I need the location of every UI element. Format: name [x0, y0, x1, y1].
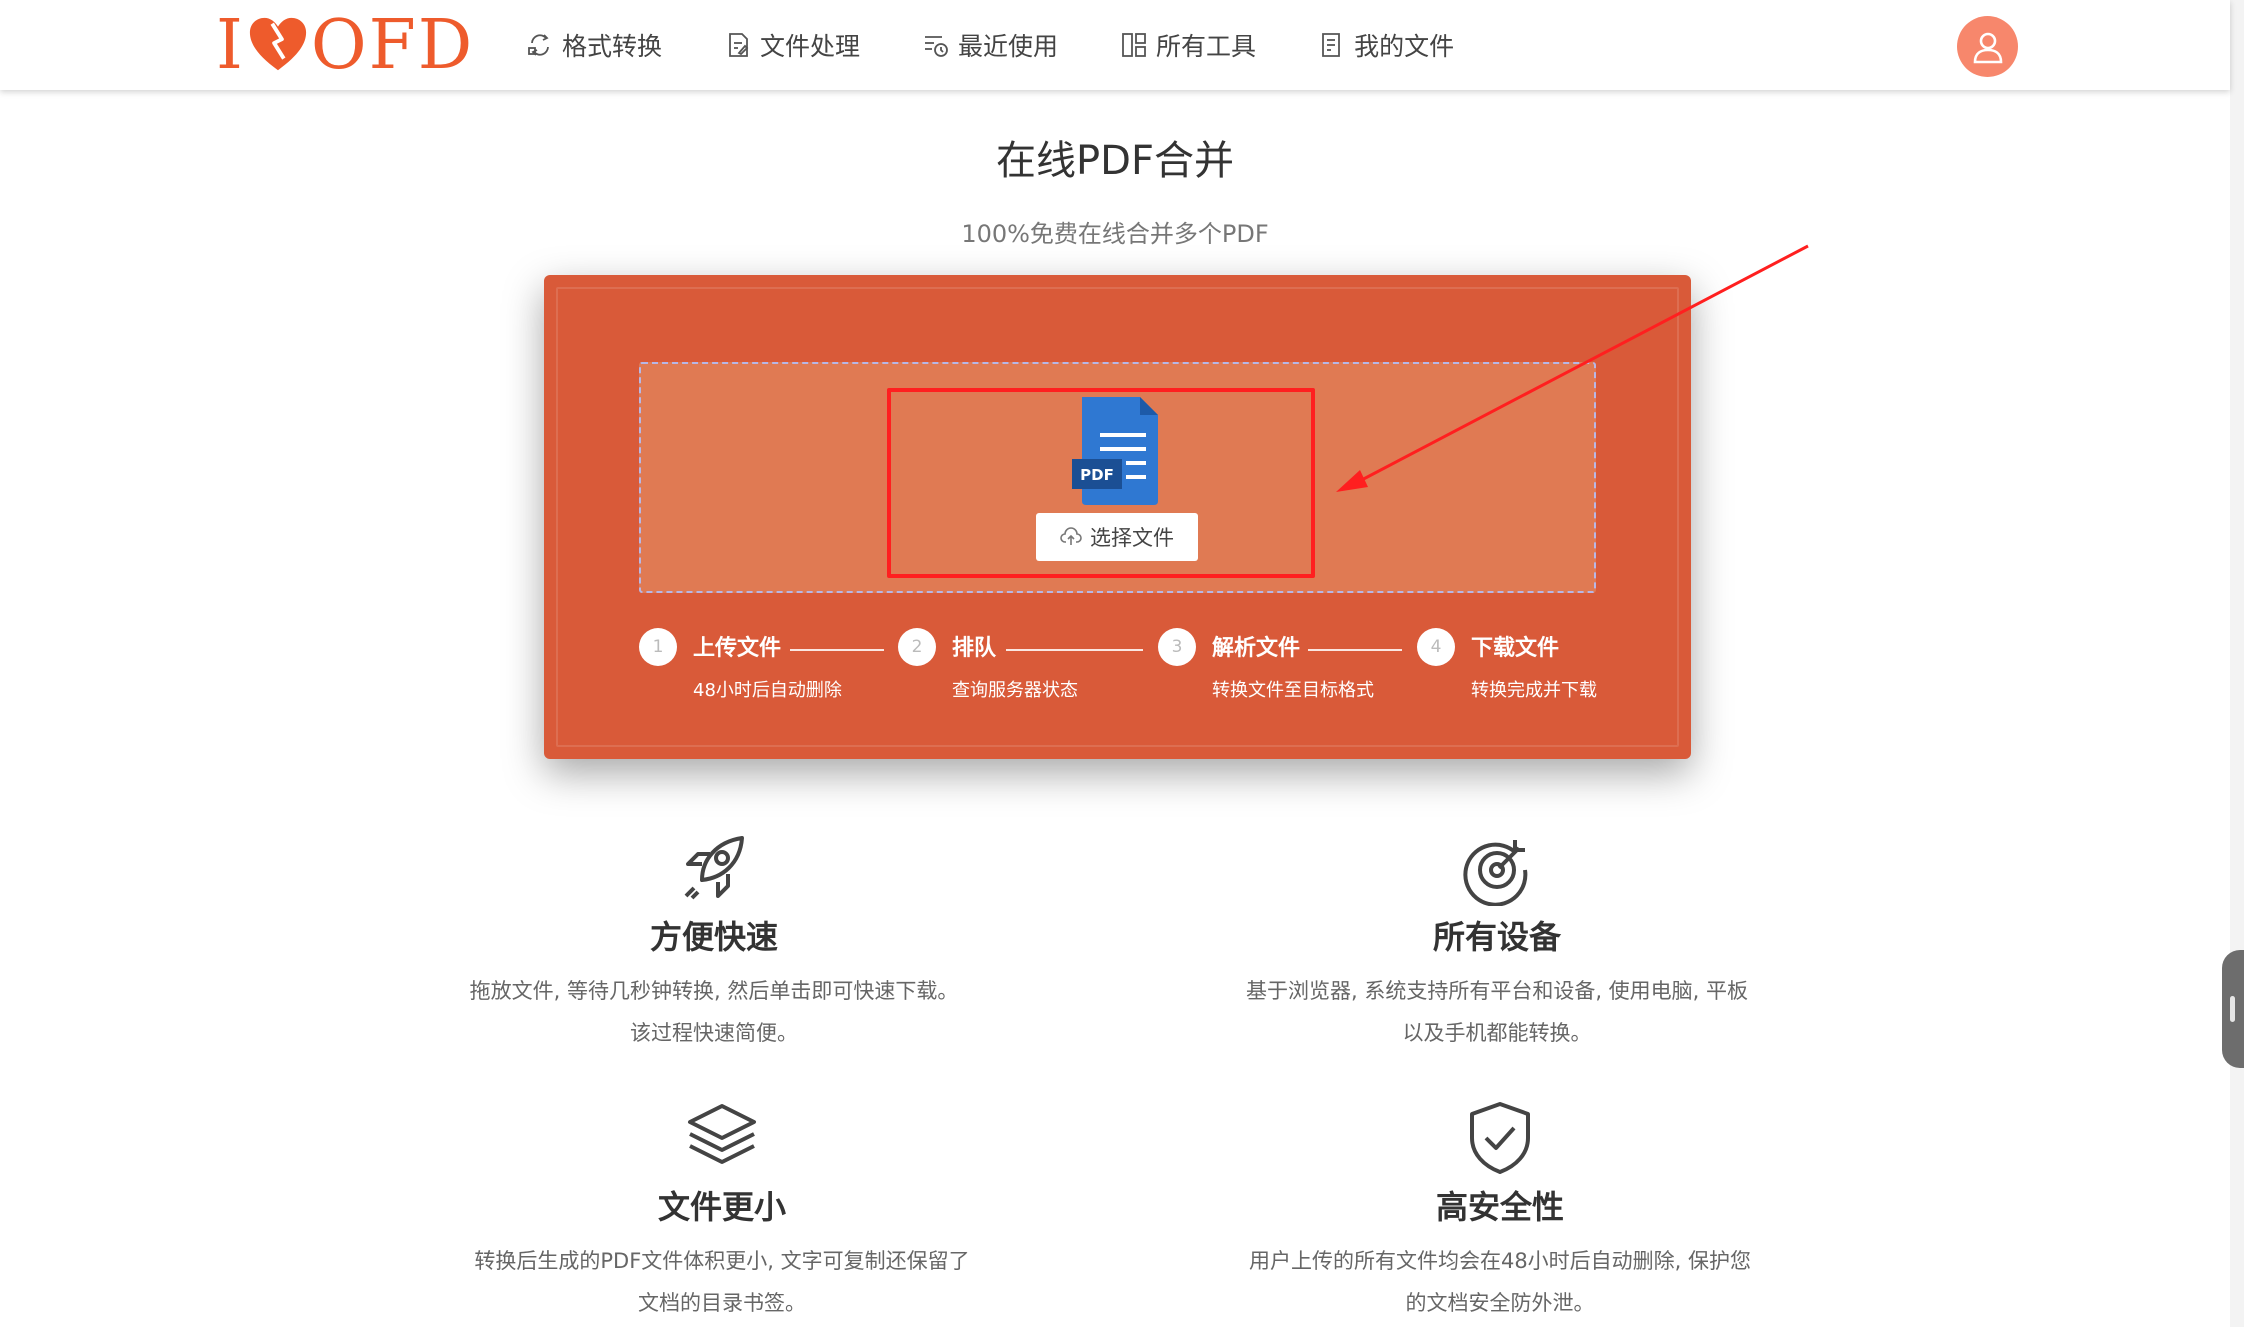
convert-icon — [528, 34, 549, 56]
step-desc: 转换文件至目标格式 — [1212, 680, 1374, 701]
user-icon — [1973, 32, 2002, 63]
feature-title: 文件更小 — [657, 1188, 786, 1226]
feature-all-devices: 所有设备 基于浏览器, 系统支持所有平台和设备, 使用电脑, 平板 以及手机都能… — [1217, 830, 1777, 1054]
step-connector — [790, 649, 884, 651]
nav-format-convert[interactable]: 格式转换 — [526, 27, 662, 63]
step-desc: 转换完成并下载 — [1471, 680, 1597, 701]
feature-title: 方便快速 — [649, 918, 778, 956]
step-desc: 查询服务器状态 — [952, 680, 1078, 701]
step-desc: 48小时后自动删除 — [693, 680, 842, 701]
choose-file-button[interactable]: 选择文件 — [1036, 513, 1198, 561]
step-title: 排队 — [952, 636, 997, 661]
layers-icon — [688, 1104, 756, 1164]
feature-desc: 基于浏览器, 系统支持所有平台和设备, 使用电脑, 平板 以及手机都能转换。 — [1217, 970, 1777, 1054]
step-connector — [1308, 649, 1402, 651]
feature-desc: 用户上传的所有文件均会在48小时后自动删除, 保护您 的文档安全防外泄。 — [1220, 1240, 1780, 1324]
step-number: 4 — [1417, 628, 1455, 666]
feature-desc-line: 的文档安全防外泄。 — [1405, 1291, 1595, 1315]
logo-letter-i: I — [216, 5, 245, 85]
recent-icon — [925, 36, 948, 57]
nav-label: 格式转换 — [562, 32, 663, 61]
logo[interactable]: I OFD — [216, 5, 475, 85]
nav-label: 最近使用 — [958, 32, 1059, 61]
feature-desc-line: 用户上传的所有文件均会在48小时后自动删除, 保护您 — [1248, 1249, 1752, 1273]
rocket-icon — [684, 836, 744, 900]
feature-title: 高安全性 — [1435, 1188, 1564, 1226]
page-title: 在线PDF合并 — [996, 138, 1234, 184]
feature-desc-line: 以及手机都能转换。 — [1402, 1021, 1592, 1045]
pdf-badge-text: PDF — [1080, 466, 1114, 484]
nav-label: 所有工具 — [1156, 32, 1257, 61]
pdf-file-icon: PDF — [1072, 397, 1158, 505]
nav-file-processing[interactable]: 文件处理 — [724, 27, 860, 63]
top-navbar: I OFD 格式转换 文件处理 最近使用 所有工具 我的文件 — [0, 0, 2230, 90]
step-number: 3 — [1158, 628, 1196, 666]
feature-smaller-files: 文件更小 转换后生成的PDF文件体积更小, 文字可复制还保留了 文档的目录书签。 — [442, 1100, 1002, 1324]
nav-my-files[interactable]: 我的文件 — [1318, 27, 1454, 63]
feature-high-security: 高安全性 用户上传的所有文件均会在48小时后自动删除, 保护您 的文档安全防外泄… — [1220, 1100, 1780, 1324]
step-title: 下载文件 — [1471, 636, 1560, 661]
step-number: 1 — [639, 628, 677, 666]
feature-desc-line: 该过程快速简便。 — [630, 1021, 798, 1045]
nav-label: 我的文件 — [1354, 32, 1455, 61]
step-title: 上传文件 — [693, 636, 782, 661]
feature-desc: 拖放文件, 等待几秒钟转换, 然后单击即可快速下载。 该过程快速简便。 — [434, 970, 994, 1054]
scrollbar-thumb[interactable] — [2222, 950, 2244, 1068]
step-number: 2 — [898, 628, 936, 666]
grid-icon — [1122, 33, 1146, 57]
page-subtitle: 100%免费在线合并多个PDF — [961, 220, 1269, 248]
file-edit-icon — [729, 33, 749, 57]
nav-recent[interactable]: 最近使用 — [922, 27, 1058, 63]
user-avatar[interactable] — [1957, 16, 2018, 77]
my-files-icon — [1322, 33, 1340, 57]
step-title: 解析文件 — [1212, 636, 1301, 661]
nav-label: 文件处理 — [760, 32, 861, 61]
feature-desc-line: 拖放文件, 等待几秒钟转换, 然后单击即可快速下载。 — [469, 979, 959, 1003]
heart-icon — [249, 17, 306, 71]
logo-text: OFD — [310, 5, 475, 85]
target-icon — [1463, 840, 1528, 906]
choose-file-label: 选择文件 — [1090, 526, 1174, 550]
feature-desc-line: 转换后生成的PDF文件体积更小, 文字可复制还保留了 — [474, 1249, 970, 1273]
nav-all-tools[interactable]: 所有工具 — [1120, 27, 1256, 63]
scrollbar-track[interactable] — [2230, 0, 2244, 1327]
feature-desc-line: 基于浏览器, 系统支持所有平台和设备, 使用电脑, 平板 — [1245, 979, 1749, 1003]
feature-fast: 方便快速 拖放文件, 等待几秒钟转换, 然后单击即可快速下载。 该过程快速简便。 — [434, 830, 994, 1054]
main-nav: 格式转换 文件处理 最近使用 所有工具 我的文件 — [526, 20, 1516, 70]
feature-title: 所有设备 — [1432, 918, 1561, 956]
cloud-upload-icon — [1060, 527, 1082, 545]
shield-check-icon — [1470, 1102, 1530, 1174]
step-connector — [1006, 649, 1143, 651]
feature-desc-line: 文档的目录书签。 — [638, 1291, 806, 1315]
feature-desc: 转换后生成的PDF文件体积更小, 文字可复制还保留了 文档的目录书签。 — [442, 1240, 1002, 1324]
